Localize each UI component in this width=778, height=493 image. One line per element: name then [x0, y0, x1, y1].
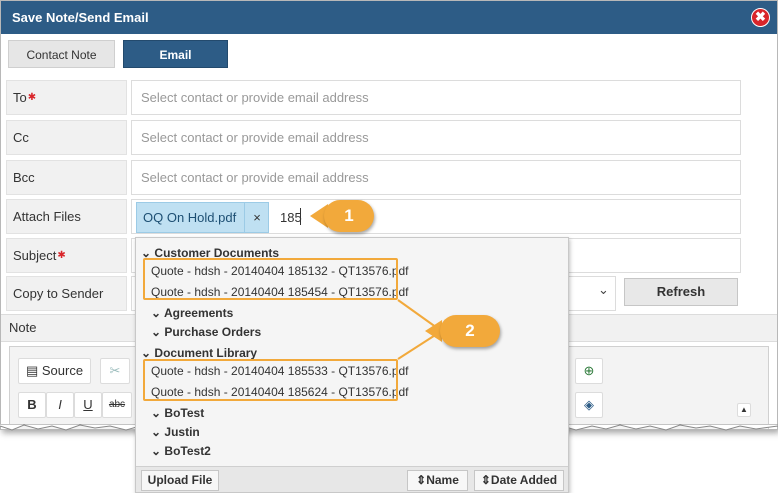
copy-to-sender-label: Copy to Sender	[6, 276, 127, 311]
sort-icon: ⇕	[416, 473, 427, 487]
chevron-down-icon: ⌄	[151, 325, 162, 339]
folder-agreements[interactable]: ⌄ Agreements	[151, 306, 233, 320]
bcc-label: Bcc	[6, 160, 127, 195]
text-caret	[300, 208, 301, 225]
highlight-library-files	[143, 359, 398, 401]
folder-label: BoTest	[164, 406, 205, 420]
callout-1-badge: 1	[324, 200, 374, 232]
source-button[interactable]: ▤ Source	[18, 358, 91, 384]
remove-attachment-icon[interactable]: ×	[244, 203, 269, 232]
sort-name-label: Name	[426, 473, 459, 487]
document-icon: ▤	[25, 363, 39, 378]
to-label: To✱	[6, 80, 127, 115]
title-bar: Save Note/Send Email ✖	[1, 1, 777, 34]
folder-label: Agreements	[163, 306, 234, 320]
to-label-text: To	[13, 90, 27, 105]
upload-file-button[interactable]: Upload File	[141, 470, 219, 491]
required-mark-to: ✱	[27, 92, 37, 103]
tab-contact-note[interactable]: Contact Note	[8, 40, 115, 68]
folder-purchase-orders[interactable]: ⌄ Purchase Orders	[151, 325, 261, 339]
folder-label: Document Library	[154, 346, 258, 360]
folder-label: Justin	[164, 425, 200, 439]
folder-label: BoTest2	[164, 444, 211, 458]
cut-icon[interactable]: ✂	[100, 358, 130, 384]
fullscreen-icon[interactable]: ◈	[575, 392, 603, 418]
cc-field[interactable]: Select contact or provide email address	[131, 120, 741, 155]
attach-files-label: Attach Files	[6, 199, 127, 234]
source-label: Source	[41, 363, 84, 378]
tab-email[interactable]: Email	[123, 40, 228, 68]
italic-button[interactable]: I	[46, 392, 74, 418]
chevron-down-icon: ⌄	[151, 444, 162, 458]
subject-label: Subject✱	[6, 238, 127, 273]
refresh-button[interactable]: Refresh	[624, 278, 738, 306]
bold-button[interactable]: B	[18, 392, 46, 418]
folder-label: Purchase Orders	[164, 325, 262, 339]
attached-file-name: OQ On Hold.pdf	[143, 210, 237, 225]
close-icon[interactable]: ✖	[751, 8, 770, 27]
dropdown-footer: Upload File ⇕Name ⇕Date Added	[136, 466, 568, 492]
highlight-customer-files	[143, 258, 398, 300]
chevron-down-icon: ⌄	[151, 406, 162, 420]
cc-label: Cc	[6, 120, 127, 155]
dialog-title: Save Note/Send Email	[12, 10, 149, 25]
sort-date-label: Date Added	[490, 473, 558, 487]
sort-icon: ⇕	[480, 473, 491, 487]
chevron-down-icon: ⌄	[151, 425, 162, 439]
attached-file-chip: OQ On Hold.pdf ×	[136, 202, 269, 233]
sort-by-name-button[interactable]: ⇕Name	[407, 470, 468, 491]
required-mark-subject: ✱	[57, 250, 66, 261]
bcc-field[interactable]: Select contact or provide email address	[131, 160, 741, 195]
folder-botest2[interactable]: ⌄ BoTest2	[151, 444, 211, 458]
folder-botest[interactable]: ⌄ BoTest	[151, 406, 204, 420]
folder-justin[interactable]: ⌄ Justin	[151, 425, 200, 439]
subject-label-text: Subject	[13, 248, 57, 263]
chevron-down-icon[interactable]: ⌄	[598, 282, 609, 298]
attach-search-text[interactable]: 185	[280, 210, 302, 225]
sort-by-date-button[interactable]: ⇕Date Added	[474, 470, 564, 491]
chevron-down-icon: ⌄	[151, 306, 162, 320]
folder-document-library[interactable]: ⌄ Document Library	[141, 346, 257, 360]
resize-handle-icon[interactable]: ▲	[737, 403, 751, 417]
chevron-down-icon: ⌄	[141, 346, 152, 360]
globe-icon[interactable]: ⊕	[575, 358, 603, 384]
strikethrough-button[interactable]: abc	[102, 392, 132, 418]
callout-2-badge: 2	[440, 315, 500, 347]
to-field[interactable]: Select contact or provide email address	[131, 80, 741, 115]
underline-button[interactable]: U	[74, 392, 102, 418]
